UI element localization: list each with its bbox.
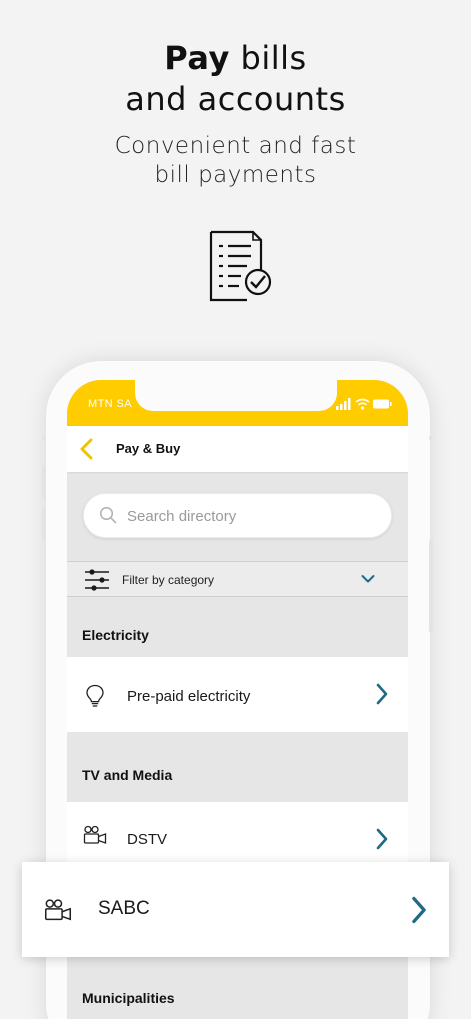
wifi-icon bbox=[355, 398, 370, 406]
section-heading-tv-and-media: TV and Media bbox=[82, 767, 173, 783]
phone-side-button bbox=[429, 436, 433, 440]
search-bar[interactable] bbox=[83, 493, 392, 538]
hero-subtitle-line2: bill payments bbox=[154, 162, 317, 188]
hero-title-line2: and accounts bbox=[125, 80, 346, 118]
section-heading-electricity: Electricity bbox=[82, 627, 149, 643]
hero-title-bold: Pay bbox=[164, 39, 230, 77]
hero-subtitle: Convenient and fast bill payments bbox=[0, 132, 471, 190]
bill-checklist-icon bbox=[209, 230, 272, 302]
video-camera-icon bbox=[44, 899, 72, 921]
signal-icon bbox=[336, 398, 351, 410]
chevron-left-icon[interactable] bbox=[77, 437, 97, 461]
list-item-label: Pre-paid electricity bbox=[127, 688, 251, 705]
list-item-sabc[interactable]: SABC bbox=[22, 862, 449, 957]
status-bar: MTN SA bbox=[67, 380, 408, 426]
navigation-bar: Pay & Buy bbox=[67, 426, 408, 472]
phone-side-button bbox=[42, 466, 46, 498]
carrier-label: MTN SA bbox=[88, 398, 132, 410]
hero-subtitle-line1: Convenient and fast bbox=[114, 133, 357, 159]
phone-side-button bbox=[42, 508, 46, 540]
chevron-down-icon[interactable] bbox=[361, 574, 375, 584]
phone-side-button bbox=[429, 540, 433, 632]
chevron-right-icon[interactable] bbox=[375, 828, 389, 850]
list-item-label: SABC bbox=[98, 898, 150, 919]
search-icon bbox=[99, 506, 117, 524]
list-item-label: DSTV bbox=[127, 831, 168, 848]
status-icons bbox=[336, 398, 392, 410]
chevron-right-icon[interactable] bbox=[410, 896, 428, 924]
battery-icon bbox=[373, 399, 392, 409]
hero-title-rest: bills bbox=[229, 39, 307, 77]
section-heading-municipalities: Municipalities bbox=[82, 990, 175, 1006]
lightbulb-icon bbox=[86, 684, 104, 707]
chevron-right-icon[interactable] bbox=[375, 683, 389, 705]
filter-label: Filter by category bbox=[122, 573, 215, 587]
filter-bar[interactable]: Filter by category bbox=[67, 561, 408, 597]
sliders-icon bbox=[85, 569, 109, 591]
hero: Pay bills and accounts Convenient and fa… bbox=[0, 38, 471, 190]
video-camera-icon bbox=[83, 825, 107, 844]
phone-side-button bbox=[42, 436, 46, 440]
list-item-prepaid-electricity[interactable]: Pre-paid electricity bbox=[67, 657, 408, 732]
page-title: Pay & Buy bbox=[116, 441, 181, 456]
phone-notch bbox=[135, 380, 337, 411]
search-input[interactable] bbox=[127, 505, 377, 527]
hero-title: Pay bills and accounts bbox=[0, 38, 471, 120]
